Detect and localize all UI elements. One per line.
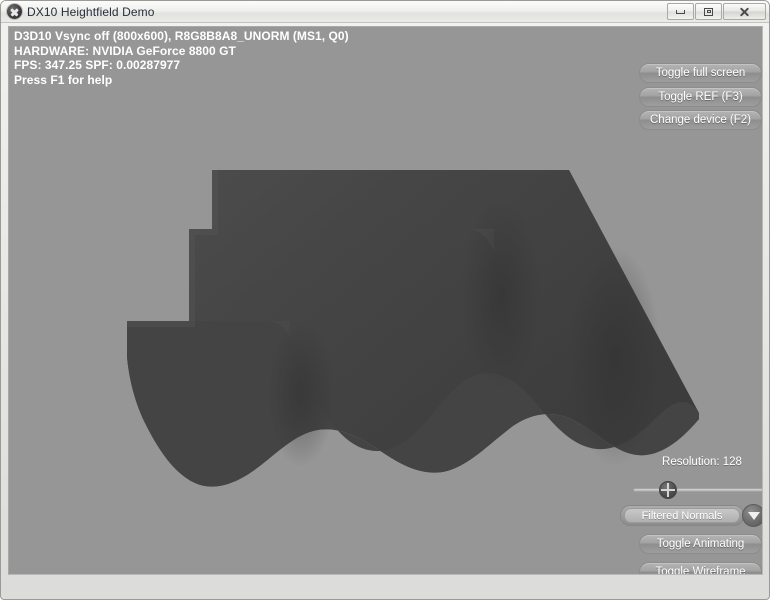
close-icon (739, 6, 750, 17)
window-title: DX10 Heightfield Demo (27, 4, 155, 19)
chevron-down-icon (747, 511, 760, 520)
minimize-button[interactable] (667, 3, 694, 20)
technique-selected-value[interactable]: Filtered Normals (624, 508, 740, 523)
minimize-icon (676, 9, 685, 14)
maximize-icon (704, 7, 713, 16)
resolution-slider[interactable] (633, 480, 762, 500)
technique-dropdown-button[interactable] (742, 504, 762, 527)
mesh-fold-shadow-2 (267, 319, 335, 467)
resolution-label: Resolution: 128 (662, 456, 742, 468)
title-bar[interactable]: DX10 Heightfield Demo (1, 1, 769, 23)
window-controls (667, 3, 766, 20)
application-window: DX10 Heightfield Demo D3D10 Vsync off (8… (0, 0, 770, 600)
toggle-animating-button[interactable]: Toggle Animating (639, 534, 762, 554)
d3d-render-surface[interactable]: D3D10 Vsync off (800x600), R8G8B8A8_UNOR… (9, 27, 762, 574)
render-viewport[interactable]: D3D10 Vsync off (800x600), R8G8B8A8_UNOR… (8, 26, 763, 575)
technique-combobox[interactable]: Filtered Normals (620, 505, 744, 526)
toggle-ref-button[interactable]: Toggle REF (F3) (639, 87, 762, 107)
toggle-wireframe-button[interactable]: Toggle Wireframe (639, 562, 762, 574)
change-device-button[interactable]: Change device (F2) (639, 110, 762, 130)
app-circle-x-icon (7, 4, 22, 19)
slider-track[interactable] (633, 488, 762, 492)
mesh-fold-shadow-1 (461, 199, 541, 391)
close-button[interactable] (723, 3, 766, 20)
slider-thumb[interactable] (659, 481, 677, 499)
toggle-fullscreen-button[interactable]: Toggle full screen (639, 63, 762, 83)
mesh-fold-shadow-3 (569, 247, 661, 467)
maximize-button[interactable] (695, 3, 722, 20)
